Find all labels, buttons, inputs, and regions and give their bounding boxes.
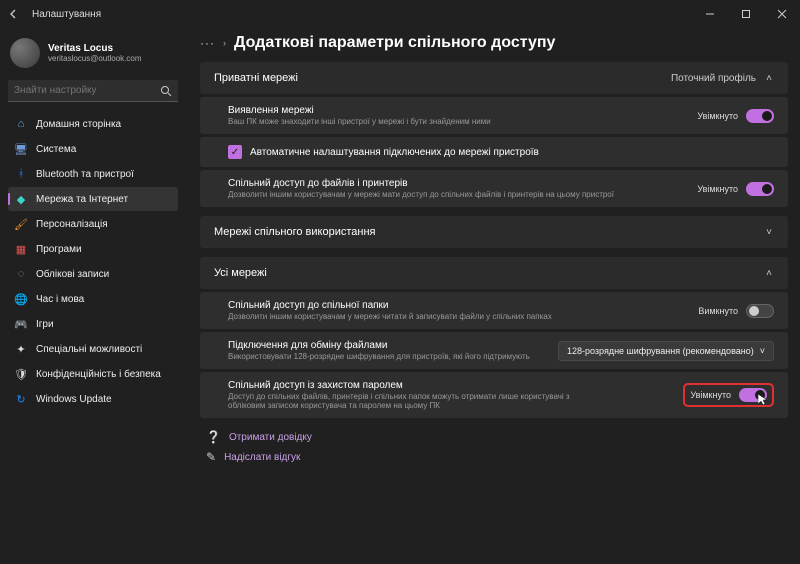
checkbox-auto-config[interactable]: ✓ [228,145,242,159]
accessibility-icon: ✦ [14,342,28,356]
sidebar-item-bluetooth[interactable]: ᚼ Bluetooth та пристрої [8,162,178,186]
link-label: Надіслати відгук [224,452,300,463]
sidebar-item-label: Програми [36,244,82,255]
gaming-icon: 🎮 [14,317,28,331]
breadcrumb: ··· › Додаткові параметри спільного дост… [200,34,788,52]
row-auto-config[interactable]: ✓ Автоматичне налаштування підключених д… [200,137,788,167]
privacy-icon: 🛡 [14,367,28,381]
home-icon: ⌂ [14,117,28,131]
row-network-discovery[interactable]: Виявлення мережі Ваш ПК може знаходити і… [200,97,788,134]
dropdown-encryption[interactable]: 128-розрядне шифрування (рекомендовано) … [558,341,774,361]
section-title: Мережі спільного використання [214,226,376,238]
chevron-down-icon: ˅ [760,346,765,356]
profile-email: veritaslocus@outlook.com [48,54,142,63]
sidebar-item-label: Windows Update [36,394,112,405]
feedback-icon: ✎ [206,450,216,464]
update-icon: ↻ [14,392,28,406]
profile[interactable]: Veritas Locus veritaslocus@outlook.com [8,34,178,78]
sidebar-item-apps[interactable]: ▦ Програми [8,237,178,261]
highlight-password-toggle: Увімкнуто [683,383,774,407]
chevron-right-icon: › [223,38,226,48]
row-desc: Дозволити іншим користувачам у мережі чи… [228,312,552,321]
toggle-network-discovery[interactable] [746,109,774,123]
toggle-status: Вимкнуто [698,306,738,316]
sidebar-item-privacy[interactable]: 🛡 Конфіденційність і безпека [8,362,178,386]
sidebar-item-label: Ігри [36,319,54,330]
help-icon: ❔ [206,430,221,444]
section-private-header[interactable]: Приватні мережі Поточний профіль ˄ [200,62,788,94]
sidebar-item-home[interactable]: ⌂ Домашня сторінка [8,112,178,136]
search-box[interactable] [8,80,178,102]
sidebar-item-label: Персоналізація [36,219,108,230]
row-public-folder-sharing[interactable]: Спільний доступ до спільної папки Дозвол… [200,292,788,329]
toggle-status: Увімкнуто [697,184,738,194]
checkbox-label: Автоматичне налаштування підключених до … [250,147,539,158]
toggle-status: Увімкнуто [697,111,738,121]
system-icon: 🖥 [14,142,28,156]
row-title: Спільний доступ до файлів і принтерів [228,178,614,189]
search-input[interactable] [8,80,178,102]
row-password-protected-sharing[interactable]: Спільний доступ із захистом паролем Дост… [200,372,788,418]
sidebar-item-accounts[interactable]: ◌ Облікові записи [8,262,178,286]
time-icon: 🌐 [14,292,28,306]
dropdown-value: 128-розрядне шифрування (рекомендовано) [567,346,754,356]
row-desc: Ваш ПК може знаходити інші пристрої у ме… [228,117,491,126]
current-profile-label: Поточний профіль [671,73,756,84]
personalization-icon: 🖌 [14,217,28,231]
sidebar-item-gaming[interactable]: 🎮 Ігри [8,312,178,336]
toggle-password-protected-sharing[interactable] [739,388,767,402]
chevron-up-icon: ˄ [764,73,774,84]
minimize-button[interactable] [692,0,728,28]
network-icon: ◆ [14,192,28,206]
row-desc: Дозволити іншим користувачам у мережі ма… [228,190,614,199]
toggle-public-folder-sharing[interactable] [746,304,774,318]
breadcrumb-ellipsis[interactable]: ··· [200,36,215,50]
sidebar-item-label: Спеціальні можливості [36,344,142,355]
sidebar-item-label: Bluetooth та пристрої [36,169,134,180]
sidebar-item-label: Конфіденційність і безпека [36,369,161,380]
sidebar-item-label: Облікові записи [36,269,109,280]
toggle-status: Увімкнуто [690,390,731,400]
window-title: Налаштування [32,9,101,20]
search-icon [160,85,172,100]
link-label: Отримати довідку [229,432,312,443]
toggle-file-printer-sharing[interactable] [746,182,774,196]
profile-name: Veritas Locus [48,43,142,54]
sidebar-item-label: Домашня сторінка [36,119,121,130]
bluetooth-icon: ᚼ [14,167,28,181]
accounts-icon: ◌ [14,267,28,281]
close-button[interactable] [764,0,800,28]
sidebar-item-label: Час і мова [36,294,84,305]
chevron-up-icon: ˄ [764,268,774,279]
sidebar-item-accessibility[interactable]: ✦ Спеціальні можливості [8,337,178,361]
link-get-help[interactable]: ❔ Отримати довідку [206,430,788,444]
section-title: Усі мережі [214,267,267,279]
back-button[interactable] [4,4,24,24]
sidebar-item-label: Система [36,144,76,155]
row-title: Спільний доступ із захистом паролем [228,380,608,391]
maximize-button[interactable] [728,0,764,28]
row-title: Підключення для обміну файлами [228,340,530,351]
row-desc: Доступ до спільних файлів, принтерів і с… [228,392,608,410]
section-title: Приватні мережі [214,72,298,84]
row-file-printer-sharing[interactable]: Спільний доступ до файлів і принтерів До… [200,170,788,207]
row-desc: Використовувати 128-розрядне шифрування … [228,352,530,361]
row-title: Спільний доступ до спільної папки [228,300,552,311]
sidebar-item-time[interactable]: 🌐 Час і мова [8,287,178,311]
section-all-networks-header[interactable]: Усі мережі ˄ [200,257,788,289]
row-title: Виявлення мережі [228,105,491,116]
sidebar-item-label: Мережа та Інтернет [36,194,128,205]
sidebar-item-network[interactable]: ◆ Мережа та Інтернет [8,187,178,211]
row-file-exchange[interactable]: Підключення для обміну файлами Використо… [200,332,788,369]
sidebar-item-personalization[interactable]: 🖌 Персоналізація [8,212,178,236]
chevron-down-icon: ˅ [764,227,774,238]
apps-icon: ▦ [14,242,28,256]
page-title: Додаткові параметри спільного доступу [234,34,555,52]
sidebar-item-system[interactable]: 🖥 Система [8,137,178,161]
avatar [10,38,40,68]
sidebar-item-update[interactable]: ↻ Windows Update [8,387,178,411]
link-give-feedback[interactable]: ✎ Надіслати відгук [206,450,788,464]
section-shared-networks-header[interactable]: Мережі спільного використання ˅ [200,216,788,248]
cursor-icon [758,394,768,406]
